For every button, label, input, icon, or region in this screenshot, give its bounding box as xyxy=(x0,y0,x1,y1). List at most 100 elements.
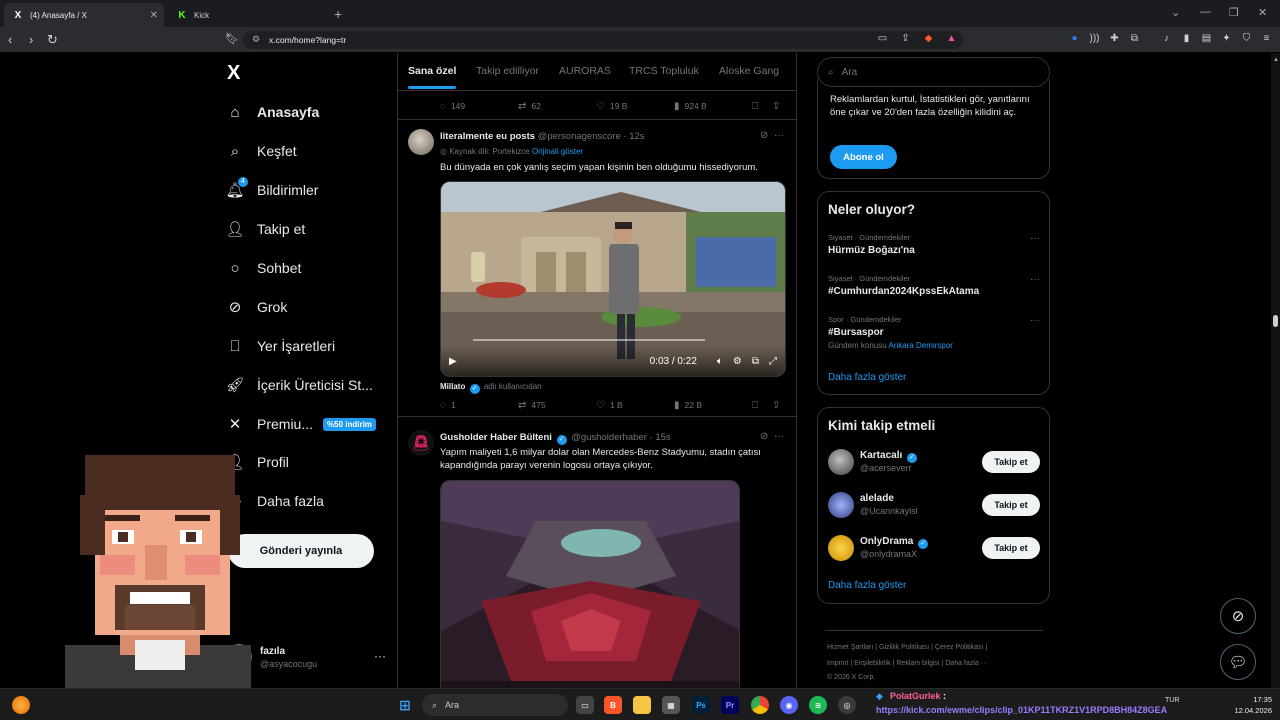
messages-fab-icon[interactable]: 💬︎ xyxy=(1220,644,1256,680)
tweet-video[interactable] xyxy=(440,480,740,688)
brave-browser-icon[interactable]: B xyxy=(604,696,622,714)
nav-item-notifications[interactable]: 🔔︎ 4 Bildirimler xyxy=(225,177,318,202)
siren-avatar-icon[interactable]: 🚨︎ xyxy=(408,430,434,456)
trend-item[interactable]: Siyaset · Gündemdekiler Hürmüz Boğazı'na… xyxy=(828,233,1040,256)
chrome-icon[interactable] xyxy=(751,696,769,714)
show-more-link[interactable]: Daha fazla göster xyxy=(828,580,906,591)
like-button[interactable]: ♡ 19 B xyxy=(596,101,674,112)
page-scrollbar[interactable]: ▲ xyxy=(1271,53,1280,688)
audio-icon[interactable]: ))) xyxy=(1088,32,1101,45)
taskbar-search-input[interactable]: ⌕ Ara xyxy=(422,694,568,716)
reply-button[interactable]: ◌ 149 xyxy=(440,101,518,112)
nav-item-chat[interactable]: ○ Sohbet xyxy=(226,256,301,280)
author-handle[interactable]: @gusholderhaber xyxy=(571,432,647,443)
avatar[interactable] xyxy=(828,449,854,475)
nav-item-follow[interactable]: 👤︎ Takip et xyxy=(225,217,305,241)
weather-icon[interactable] xyxy=(12,696,30,714)
music-icon[interactable]: ♪ xyxy=(1160,32,1173,45)
nav-item-explore[interactable]: ⌕ Keşfet xyxy=(226,139,297,163)
tab-trcs[interactable]: TRCS Topluluk xyxy=(629,65,699,77)
leo-icon[interactable]: ✦ xyxy=(1220,32,1233,45)
fullscreen-icon[interactable]: ⤢ xyxy=(769,356,777,367)
chevron-down-icon[interactable]: ⌄ xyxy=(1171,6,1180,19)
maximize-icon[interactable]: ❐ xyxy=(1229,6,1239,19)
nav-item-grok[interactable]: ⊘ Grok xyxy=(226,295,288,319)
author-name[interactable]: Gusholder Haber Bülteni xyxy=(440,432,552,443)
more-icon[interactable]: ··· xyxy=(774,130,784,141)
share-button[interactable]: ⇪ xyxy=(772,101,780,112)
scroll-thumb[interactable] xyxy=(1273,315,1278,327)
sidebar-icon[interactable]: ▮ xyxy=(1180,32,1193,45)
tweet-video[interactable]: ▶ 0:03 / 0:22 🔈︎ ⚙ ⧉ ⤢ xyxy=(440,181,786,377)
grok-fab-icon[interactable]: ⊘ xyxy=(1220,598,1256,634)
nav-item-bookmarks[interactable]: ⎕ Yer İşaretleri xyxy=(226,334,335,358)
author-handle[interactable]: @personagenscore xyxy=(538,131,621,142)
wallet-icon[interactable]: ▤ xyxy=(1200,32,1213,45)
input-language[interactable]: TUR xyxy=(1165,697,1179,704)
source-user[interactable]: Millato xyxy=(440,382,465,391)
nav-item-creator-studio[interactable]: 🚀︎ İçerik Üreticisi St... xyxy=(225,373,372,397)
brave-rewards-icon[interactable]: ▲ xyxy=(945,32,958,45)
forward-icon[interactable]: › xyxy=(29,32,33,47)
views-button[interactable]: ▮ 924 B xyxy=(674,101,752,112)
scroll-up-icon[interactable]: ▲ xyxy=(1273,57,1279,63)
reply-button[interactable]: ◌ 1 xyxy=(440,400,518,411)
windows-start-icon[interactable]: ⊞ xyxy=(396,696,414,714)
reload-icon[interactable]: ↻ xyxy=(47,32,58,48)
close-icon[interactable]: ✕ xyxy=(150,10,158,21)
trend-context-link[interactable]: Ankara Demirspor xyxy=(888,341,952,350)
volume-icon[interactable]: 🔈︎ xyxy=(717,356,723,367)
window-close-icon[interactable]: ✕ xyxy=(1258,6,1267,19)
store-icon[interactable]: ▦ xyxy=(662,696,680,714)
share-button[interactable]: ⇪ xyxy=(772,400,780,411)
back-icon[interactable]: ‹ xyxy=(8,32,12,47)
follow-button[interactable]: Takip et xyxy=(982,451,1040,473)
avatar[interactable] xyxy=(828,535,854,561)
extension-blue-icon[interactable]: ● xyxy=(1068,32,1081,45)
repost-button[interactable]: ⇄ 62 xyxy=(518,101,596,112)
x-logo-icon[interactable]: X xyxy=(227,62,240,85)
nav-item-premium[interactable]: ✕ Premiu... %50 indirim xyxy=(226,412,376,436)
clock[interactable]: 17:35 12.04.2026 xyxy=(1234,694,1272,716)
follow-suggestion[interactable]: OnlyDrama ✓ @onlydramaX Takip et xyxy=(828,535,1040,565)
url-input[interactable]: ⚙ x.com/home?lang=tr xyxy=(243,31,963,49)
brave-shield-icon[interactable]: ◆ xyxy=(922,32,935,45)
tab-following[interactable]: Takip edilliyor xyxy=(476,65,539,77)
bookmark-button[interactable]: ⎕ xyxy=(752,101,772,112)
play-icon[interactable]: ▶ xyxy=(449,356,457,367)
minimize-icon[interactable]: — xyxy=(1200,6,1211,18)
photoshop-icon[interactable]: Ps xyxy=(692,696,710,714)
screenshot-icon[interactable]: ⧉ xyxy=(1128,32,1141,45)
tweet[interactable]: 🚨︎ Gusholder Haber Bülteni ✓ @gusholderh… xyxy=(398,418,796,688)
footer-links[interactable]: Imprint | Erişilebilirlik | Reklam bilgi… xyxy=(827,660,988,667)
tweet[interactable]: literalmente eu posts @personagenscore ·… xyxy=(398,120,796,417)
nav-item-home[interactable]: ⌂ Anasayfa xyxy=(226,100,319,124)
task-view-icon[interactable]: ▭ xyxy=(576,696,594,714)
follow-suggestion[interactable]: Kartacalı ✓ @acerseverr Takip et xyxy=(828,449,1040,479)
grok-icon[interactable]: ⊘ xyxy=(760,130,768,141)
tab-aloske[interactable]: Aloske Gang xyxy=(719,65,779,77)
video-progress[interactable] xyxy=(473,339,705,341)
trend-item[interactable]: Siyaset · Gündemdekiler #Cumhurdan2024Kp… xyxy=(828,274,1040,297)
views-button[interactable]: ▮ 22 B xyxy=(674,400,752,411)
repost-button[interactable]: ⇄ 475 xyxy=(518,400,596,411)
more-icon[interactable]: ··· xyxy=(1030,315,1040,326)
bookmark-page-icon[interactable]: 🔖︎ xyxy=(225,32,239,45)
show-more-link[interactable]: Daha fazla göster xyxy=(828,372,906,383)
discord-icon[interactable]: ◉ xyxy=(780,696,798,714)
trend-item[interactable]: Spor · Gündemdekiler #Bursaspor Gündem k… xyxy=(828,315,1040,350)
more-icon[interactable]: ··· xyxy=(374,649,386,663)
grok-icon[interactable]: ⊘ xyxy=(760,431,768,442)
follow-suggestion[interactable]: alelade @Ucannkaylsl Takip et xyxy=(828,492,1040,522)
author-name[interactable]: literalmente eu posts xyxy=(440,131,535,142)
follow-button[interactable]: Takip et xyxy=(982,537,1040,559)
share-icon[interactable]: ⇪ xyxy=(899,32,912,45)
obs-icon[interactable]: ◎ xyxy=(838,696,856,714)
menu-icon[interactable]: ≡ xyxy=(1260,32,1273,45)
tab-for-you[interactable]: Sana özel xyxy=(408,65,457,89)
cast-icon[interactable]: ▭ xyxy=(876,32,889,45)
subscribe-button[interactable]: Abone ol xyxy=(830,145,897,169)
avatar[interactable] xyxy=(828,492,854,518)
site-info-icon[interactable]: ⚙ xyxy=(252,34,260,45)
avatar[interactable] xyxy=(408,129,434,155)
